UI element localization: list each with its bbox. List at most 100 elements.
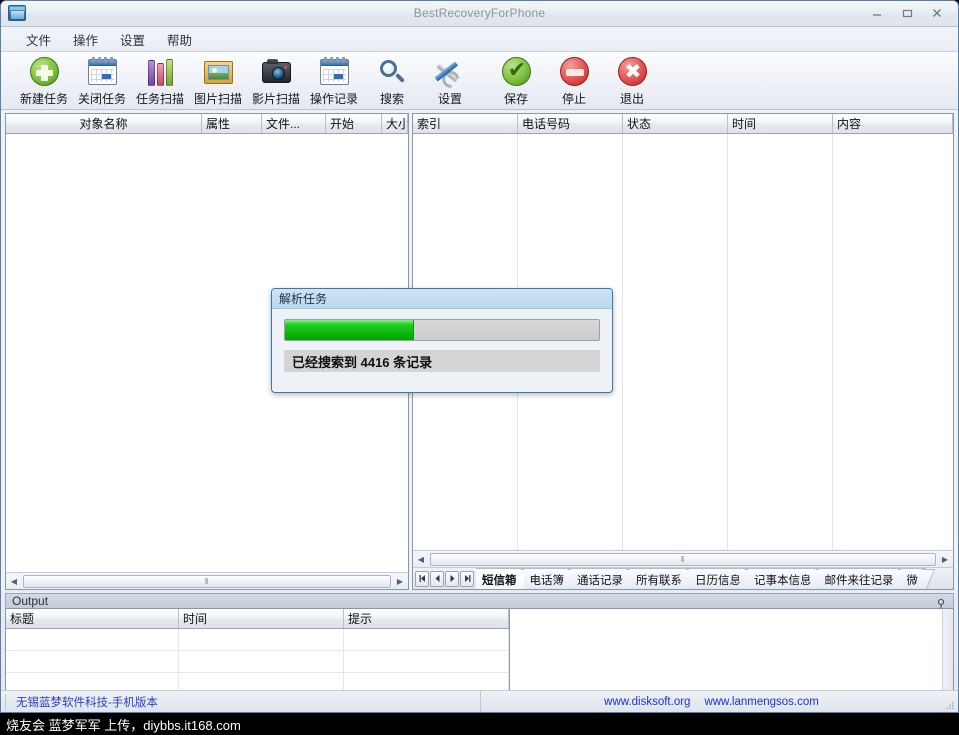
toolbar-label-video-scan: 影片扫描 [251,92,300,106]
menu-settings[interactable]: 设置 [109,27,156,52]
tab-label: 邮件来往记录 [824,575,894,587]
menu-operation[interactable]: 操作 [62,27,109,52]
table-row[interactable] [6,629,509,651]
toolbar-button-photo-scan[interactable]: 图片扫描 [189,55,247,109]
tab-label: 通话记录 [577,575,623,587]
tab-notes[interactable]: 记事本信息 [748,568,820,589]
nav-prev-button[interactable] [430,570,444,587]
toolbar-button-close-task[interactable]: 关闭任务 [73,55,131,109]
scroll-track[interactable]: ‖ [22,573,392,589]
tab-phonebook[interactable]: 电话簿 [523,568,572,589]
toolbar-button-exit[interactable]: ✖ 退出 [603,55,661,109]
output-dock-title-bar: Output ⚲ [5,593,954,610]
records-hscrollbar[interactable]: ◀ ‖ ▶ [413,550,953,567]
tab-wechat[interactable]: 微 [900,568,926,589]
record-type-tabs: 短信箱 电话簿 通话记录 所有联系 日历信息 记事本信息 邮件来往记录 微 [476,568,926,589]
tab-calendar[interactable]: 日历信息 [689,568,749,589]
scroll-track[interactable]: ‖ [429,551,937,567]
tab-label: 微 [906,575,919,587]
title-bar: BestRecoveryForPhone [1,1,958,27]
output-vscrollbar[interactable] [942,609,953,695]
column-header-title[interactable]: 标题 [6,609,179,628]
toolbar-button-video-scan[interactable]: 影片扫描 [247,55,305,109]
scroll-grip: ‖ [680,554,686,564]
column-header-time[interactable]: 时间 [179,609,344,628]
tab-label: 电话簿 [529,575,565,587]
parse-task-dialog: 解析任务 已经搜索到 4416 条记录 [271,288,613,393]
tab-label: 所有联系 [636,575,682,587]
toolbar-button-operation-log[interactable]: 操作记录 [305,55,363,109]
toolbar-label-operation-log: 操作记录 [309,92,358,106]
pin-icon[interactable]: ⚲ [937,597,945,610]
column-header-object-name[interactable]: 对象名称 [6,114,202,133]
column-header-size[interactable]: 大小 [382,114,408,133]
column-header-attribute[interactable]: 属性 [202,114,262,133]
toolbar-label-search: 搜索 [379,92,404,106]
column-header-content[interactable]: 内容 [833,114,953,133]
output-table-rows[interactable] [6,629,509,695]
dialog-title: 解析任务 [279,292,328,306]
column-header-start[interactable]: 开始 [326,114,382,133]
toolbar-label-save: 保存 [503,92,528,106]
watermark-bar: 烧友会 蓝梦军军 上传，diybbs.it168.com [0,713,959,735]
toolbar-button-search[interactable]: 搜索 [363,55,421,109]
object-list-header: 对象名称 属性 文件... 开始 大小 [6,114,408,134]
application-window: BestRecoveryForPhone 文件 操作 设置 帮助 新建任务 关闭… [0,0,959,713]
tab-sms[interactable]: 短信箱 [476,568,525,589]
column-header-hint[interactable]: 提示 [344,609,509,628]
tab-call-log[interactable]: 通话记录 [571,568,631,589]
scroll-left-arrow[interactable]: ◀ [413,552,429,567]
maximize-button[interactable] [894,4,920,22]
toolbar-label-settings: 设置 [437,92,462,106]
tab-all-contacts[interactable]: 所有联系 [630,568,690,589]
object-list-hscrollbar[interactable]: ◀ ‖ ▶ [6,572,408,589]
table-cell [344,651,509,672]
watermark-text: 烧友会 蓝梦军军 上传，diybbs.it168.com [6,717,241,733]
table-cell [179,629,344,650]
nav-first-button[interactable] [415,570,429,587]
toolbar-button-stop[interactable]: 停止 [545,55,603,109]
scroll-right-arrow[interactable]: ▶ [392,574,408,589]
toolbar-label-close-task: 关闭任务 [77,92,126,106]
toolbar-button-new-task[interactable]: 新建任务 [15,55,73,109]
resize-grip-icon[interactable] [942,691,958,713]
minimize-button[interactable] [864,4,890,22]
column-header-index[interactable]: 索引 [413,114,518,133]
table-cell [179,651,344,672]
tab-label: 记事本信息 [754,575,812,587]
output-detail-pane[interactable] [510,609,942,695]
toolbar-label-task-scan: 任务扫描 [135,92,184,106]
column-header-phone-number[interactable]: 电话号码 [518,114,623,133]
scroll-grip: ‖ [204,576,210,586]
toolbar-button-settings[interactable]: 设置 [421,55,479,109]
operation-log-icon [317,56,351,88]
toolbar-button-task-scan[interactable]: 任务扫描 [131,55,189,109]
link-disksoft[interactable]: www.disksoft.org [604,696,690,708]
status-bar: 无锡蓝梦软件科技-手机版本 www.disksoft.org www.lanme… [1,690,958,712]
link-lanmengsos[interactable]: www.lanmengsos.com [704,696,818,708]
tab-label: 短信箱 [482,575,517,587]
toolbar-label-photo-scan: 图片扫描 [193,92,242,106]
tab-mail[interactable]: 邮件来往记录 [818,568,902,589]
settings-icon [433,56,467,88]
progress-bar [284,319,600,341]
scroll-thumb[interactable]: ‖ [23,574,391,588]
column-header-time[interactable]: 时间 [728,114,833,133]
column-header-file[interactable]: 文件... [262,114,326,133]
column-header-status[interactable]: 状态 [623,114,728,133]
scroll-left-arrow[interactable]: ◀ [6,574,22,589]
table-cell [344,629,509,650]
menu-file[interactable]: 文件 [15,27,62,52]
output-table-header: 标题 时间 提示 [6,609,509,629]
dialog-message: 已经搜索到 4416 条记录 [284,350,600,372]
scroll-right-arrow[interactable]: ▶ [937,552,953,567]
toolbar-button-save[interactable]: ✔ 保存 [487,55,545,109]
table-row[interactable] [6,651,509,673]
close-button[interactable] [924,4,950,22]
nav-next-button[interactable] [445,570,459,587]
dialog-body: 已经搜索到 4416 条记录 [272,309,612,372]
nav-last-button[interactable] [460,570,474,587]
scroll-thumb[interactable]: ‖ [430,552,936,566]
toolbar-label-exit: 退出 [619,92,644,106]
menu-help[interactable]: 帮助 [156,27,203,52]
